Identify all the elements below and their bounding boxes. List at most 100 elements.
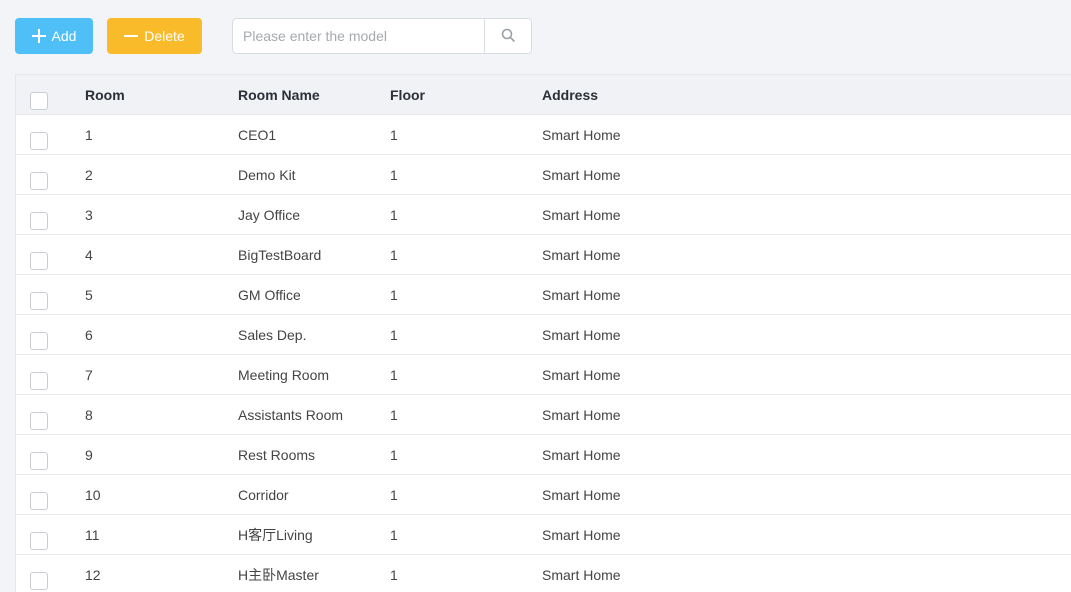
row-select-cell <box>30 315 48 355</box>
cell-room-name: BigTestBoard <box>238 247 322 263</box>
cell-floor: 1 <box>390 567 398 583</box>
cell-floor: 1 <box>390 407 398 423</box>
search-input[interactable] <box>233 19 484 53</box>
cell-room-name: GM Office <box>238 287 301 303</box>
row-select-cell <box>30 235 48 275</box>
row-checkbox[interactable] <box>30 211 48 230</box>
row-checkbox[interactable] <box>30 491 48 510</box>
row-select-cell <box>30 355 48 395</box>
column-header-address[interactable]: Address <box>542 75 598 115</box>
cell-address: Smart Home <box>542 367 621 383</box>
cell-room: 3 <box>85 207 93 223</box>
cell-room-name: Rest Rooms <box>238 447 316 463</box>
row-checkbox[interactable] <box>30 291 48 310</box>
cell-floor: 1 <box>390 167 398 183</box>
cell-room-name: H主卧Master <box>238 567 319 583</box>
select-all-checkbox[interactable] <box>30 91 48 110</box>
minus-icon <box>124 29 139 43</box>
search-icon <box>501 28 515 45</box>
column-header-room-name[interactable]: Room Name <box>238 75 320 115</box>
row-select-cell <box>30 195 48 235</box>
row-select-cell <box>30 555 48 592</box>
cell-room: 1 <box>85 127 93 143</box>
row-select-cell <box>30 475 48 515</box>
table-body: 1 CEO1 1 Smart Home 2 Demo Kit 1 Smart Home 3 Jay… <box>16 115 1071 592</box>
cell-address: Smart Home <box>542 407 621 423</box>
row-checkbox[interactable] <box>30 411 48 430</box>
cell-room-name: Jay Office <box>238 207 300 223</box>
delete-button[interactable]: Delete <box>107 18 202 54</box>
cell-address: Smart Home <box>542 447 621 463</box>
cell-room-name: CEO1 <box>238 127 277 143</box>
cell-address: Smart Home <box>542 247 621 263</box>
row-select-cell <box>30 515 48 555</box>
search-box <box>232 18 532 54</box>
table-row[interactable]: 2 Demo Kit 1 Smart Home <box>16 155 1071 195</box>
row-select-cell <box>30 155 48 195</box>
cell-room: 11 <box>85 527 100 543</box>
row-checkbox[interactable] <box>30 571 48 590</box>
table-row[interactable]: 12 H主卧Master 1 Smart Home <box>16 555 1071 592</box>
row-checkbox[interactable] <box>30 331 48 350</box>
row-select-cell <box>30 115 48 155</box>
cell-floor: 1 <box>390 287 398 303</box>
rooms-table: Room Room Name Floor Address 1 CEO1 1 Smart… <box>15 74 1071 592</box>
table-row[interactable]: 5 GM Office 1 Smart Home <box>16 275 1071 315</box>
cell-floor: 1 <box>390 487 398 503</box>
cell-room: 5 <box>85 287 93 303</box>
cell-room-name: Demo Kit <box>238 167 296 183</box>
cell-room-name: Corridor <box>238 487 289 503</box>
cell-room: 10 <box>85 487 101 503</box>
cell-room-name: Sales Dep. <box>238 327 307 343</box>
cell-floor: 1 <box>390 127 398 143</box>
table-row[interactable]: 10 Corridor 1 Smart Home <box>16 475 1071 515</box>
cell-address: Smart Home <box>542 487 621 503</box>
cell-room: 2 <box>85 167 93 183</box>
cell-floor: 1 <box>390 367 398 383</box>
table-row[interactable]: 9 Rest Rooms 1 Smart Home <box>16 435 1071 475</box>
cell-floor: 1 <box>390 327 398 343</box>
cell-floor: 1 <box>390 447 398 463</box>
cell-room: 7 <box>85 367 93 383</box>
table-header: Room Room Name Floor Address <box>16 75 1071 115</box>
row-checkbox[interactable] <box>30 531 48 550</box>
cell-room: 12 <box>85 567 101 583</box>
cell-floor: 1 <box>390 527 398 543</box>
table-row[interactable]: 11 H客厅Living 1 Smart Home <box>16 515 1071 555</box>
search-button[interactable] <box>484 19 531 53</box>
cell-address: Smart Home <box>542 567 621 583</box>
cell-room-name: Assistants Room <box>238 407 344 423</box>
table-row[interactable]: 8 Assistants Room 1 Smart Home <box>16 395 1071 435</box>
cell-room: 4 <box>85 247 93 263</box>
cell-room: 8 <box>85 407 93 423</box>
table-row[interactable]: 6 Sales Dep. 1 Smart Home <box>16 315 1071 355</box>
column-header-floor[interactable]: Floor <box>390 75 425 115</box>
cell-address: Smart Home <box>542 127 621 143</box>
column-header-room[interactable]: Room <box>85 75 125 115</box>
row-checkbox[interactable] <box>30 451 48 470</box>
select-all-cell <box>30 75 48 115</box>
row-checkbox[interactable] <box>30 251 48 270</box>
table-row[interactable]: 3 Jay Office 1 Smart Home <box>16 195 1071 235</box>
row-checkbox[interactable] <box>30 131 48 150</box>
row-checkbox[interactable] <box>30 171 48 190</box>
toolbar: Add Delete <box>15 18 1055 54</box>
delete-button-label: Delete <box>144 28 185 44</box>
cell-address: Smart Home <box>542 167 621 183</box>
cell-room-name: H客厅Living <box>238 527 313 543</box>
table-row[interactable]: 1 CEO1 1 Smart Home <box>16 115 1071 155</box>
add-button-label: Add <box>51 28 77 44</box>
row-checkbox[interactable] <box>30 371 48 390</box>
cell-room-name: Meeting Room <box>238 367 330 383</box>
cell-address: Smart Home <box>542 207 621 223</box>
table-row[interactable]: 4 BigTestBoard 1 Smart Home <box>16 235 1071 275</box>
add-button[interactable]: Add <box>15 18 93 54</box>
cell-room: 6 <box>85 327 93 343</box>
cell-floor: 1 <box>390 207 398 223</box>
cell-floor: 1 <box>390 247 398 263</box>
cell-address: Smart Home <box>542 327 621 343</box>
cell-address: Smart Home <box>542 287 621 303</box>
cell-address: Smart Home <box>542 527 621 543</box>
table-row[interactable]: 7 Meeting Room 1 Smart Home <box>16 355 1071 395</box>
cell-room: 9 <box>85 447 93 463</box>
